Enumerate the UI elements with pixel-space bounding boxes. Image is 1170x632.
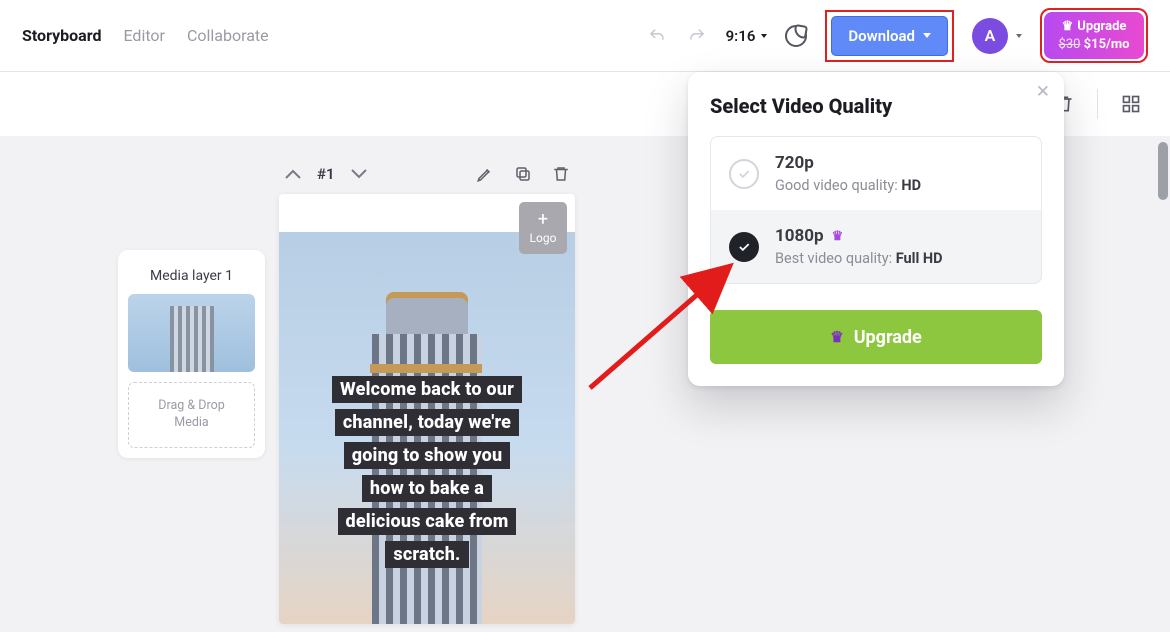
download-quality-popover: ✕ Select Video Quality 720p Good video q… (688, 72, 1064, 386)
aspect-ratio-value: 9:16 (726, 27, 756, 45)
media-layer-card: Media layer 1 Drag & DropMedia (118, 250, 265, 458)
scene-number: #1 (317, 165, 335, 183)
caption-text[interactable]: Welcome back to our channel, today we're… (279, 376, 575, 568)
media-drop-zone[interactable]: Drag & DropMedia (128, 382, 255, 448)
prev-scene-icon[interactable] (283, 164, 303, 184)
radio-unchecked-icon (729, 159, 759, 189)
upgrade-pill[interactable]: ♛Upgrade $30 $15/mo (1044, 12, 1144, 59)
upgrade-pill-highlight: ♛Upgrade $30 $15/mo (1040, 8, 1148, 63)
plus-icon: + (538, 211, 548, 229)
upgrade-button[interactable]: ♛ Upgrade (710, 310, 1042, 364)
upgrade-button-label: Upgrade (854, 327, 922, 348)
divider (1097, 89, 1098, 119)
tab-storyboard[interactable]: Storyboard (22, 26, 101, 45)
scrollbar-thumb[interactable] (1158, 142, 1168, 200)
next-scene-icon[interactable] (349, 164, 369, 184)
price-new: $15/mo (1084, 37, 1130, 52)
download-button[interactable]: Download (831, 16, 948, 56)
chevron-down-icon (923, 33, 931, 38)
quality-title: 1080p ♛ (775, 226, 943, 246)
aspect-ratio-dropdown[interactable]: 9:16 (726, 27, 768, 45)
chevron-down-icon (1016, 34, 1022, 38)
price-old: $30 (1059, 37, 1081, 52)
download-label: Download (848, 27, 915, 45)
chevron-down-icon (761, 34, 767, 38)
edit-icon[interactable] (475, 164, 495, 184)
delete-scene-icon[interactable] (551, 164, 571, 184)
redo-icon[interactable] (686, 25, 708, 47)
scene-header: #1 (279, 164, 575, 184)
undo-icon[interactable] (646, 25, 668, 47)
add-logo-button[interactable]: + Logo (519, 202, 567, 254)
avatar: A (972, 18, 1008, 54)
radio-checked-icon (729, 232, 759, 262)
quality-subtitle: Best video quality: Full HD (775, 250, 943, 267)
quality-option-1080p[interactable]: 1080p ♛ Best video quality: Full HD (710, 210, 1042, 284)
tab-collaborate[interactable]: Collaborate (187, 26, 269, 45)
grid-view-icon[interactable] (1120, 93, 1142, 115)
download-button-highlight: Download (825, 10, 954, 62)
quality-option-720p[interactable]: 720p Good video quality: HD (710, 136, 1042, 210)
upgrade-label: Upgrade (1077, 18, 1126, 36)
media-layer-title: Media layer 1 (128, 268, 255, 284)
top-bar: Storyboard Editor Collaborate 9:16 Downl… (0, 0, 1170, 72)
crown-icon: ♛ (830, 328, 843, 346)
tab-editor[interactable]: Editor (123, 26, 164, 45)
crown-icon: ♛ (1062, 18, 1074, 36)
settings-icon[interactable] (785, 25, 807, 47)
scene-preview[interactable]: + Logo Welcome back to our channel, toda… (279, 194, 575, 624)
quality-title: 720p (775, 153, 921, 173)
duplicate-icon[interactable] (513, 164, 533, 184)
popover-title: Select Video Quality (688, 94, 1064, 136)
crown-icon: ♛ (832, 229, 844, 244)
quality-subtitle: Good video quality: HD (775, 177, 921, 194)
main-nav: Storyboard Editor Collaborate (22, 26, 269, 45)
account-menu[interactable]: A (972, 18, 1022, 54)
logo-label: Logo (530, 231, 557, 245)
media-thumbnail[interactable] (128, 294, 255, 372)
close-icon[interactable]: ✕ (1036, 82, 1050, 102)
